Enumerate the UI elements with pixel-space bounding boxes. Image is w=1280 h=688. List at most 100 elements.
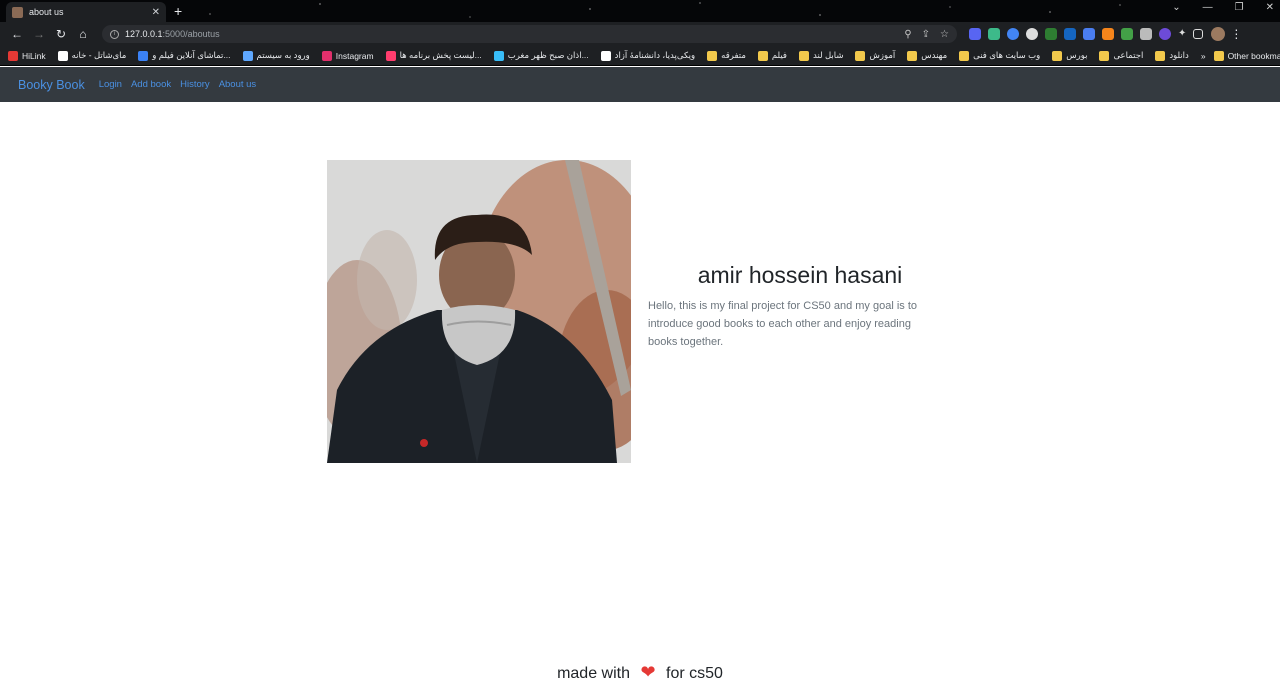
tab-favicon-icon — [12, 6, 23, 18]
extension-vpn-icon[interactable] — [1121, 28, 1133, 40]
bookmark-item[interactable]: اذان صبح ظهر مغرب... — [493, 50, 589, 61]
share-icon[interactable]: ⇪ — [922, 29, 930, 40]
nav-link-about-us[interactable]: About us — [219, 79, 257, 90]
nav-link-login[interactable]: Login — [99, 79, 122, 90]
bookmark-star-icon[interactable]: ☆ — [940, 29, 949, 40]
metamask-icon[interactable] — [1102, 28, 1114, 40]
bookmark-item[interactable]: آموزش — [855, 50, 895, 61]
site-info-icon[interactable]: i — [110, 29, 119, 39]
bookmark-item[interactable]: ویکی‌پدیا، دانشنامهٔ آزاد — [600, 50, 696, 61]
reload-icon[interactable]: ↻ — [50, 27, 72, 41]
azan-icon — [493, 50, 504, 61]
bookmark-label: اجتماعی — [1113, 50, 1144, 60]
close-window-icon[interactable]: ✕ — [1266, 2, 1274, 13]
extension-grey-icon[interactable] — [1026, 28, 1038, 40]
huawei-icon — [8, 50, 18, 61]
bookmark-item[interactable]: HiLink — [8, 50, 46, 61]
bookmark-item[interactable]: اجتماعی — [1099, 50, 1143, 61]
bookmark-label: دانلود — [1169, 50, 1189, 60]
bookmark-item[interactable]: متفرقه — [707, 50, 746, 61]
home-icon[interactable]: ⌂ — [72, 27, 94, 41]
bookmark-label: HiLink — [22, 50, 46, 61]
footer-text-before: made with — [557, 665, 630, 682]
browser-tab[interactable]: about us ✕ — [6, 2, 166, 22]
folder-icon — [1052, 50, 1063, 61]
new-tab-icon[interactable]: + — [174, 3, 182, 19]
minimize-icon[interactable]: — — [1203, 2, 1213, 13]
wikipedia-icon — [600, 50, 611, 61]
other-bookmarks[interactable]: Other bookmarks — [1213, 50, 1280, 61]
zoom-icon[interactable]: ⚲ — [904, 29, 911, 40]
bookmark-item[interactable]: مای‌شاتل - خانه — [57, 50, 126, 61]
folder-icon — [757, 50, 768, 61]
bookmarks-overflow-icon[interactable]: » — [1201, 51, 1206, 61]
shatel-icon — [57, 50, 68, 61]
bookmark-item[interactable]: شابل لند — [798, 50, 844, 61]
folder-icon — [1213, 50, 1224, 61]
forward-icon[interactable]: → — [28, 27, 50, 41]
extension-purple-icon[interactable] — [1159, 28, 1171, 40]
bookmark-label: مهندس — [921, 50, 948, 60]
side-panel-icon[interactable] — [1193, 29, 1204, 39]
bookmark-item[interactable]: بورس — [1052, 50, 1087, 61]
bookmark-label: ورود به سیستم — [256, 50, 310, 60]
other-bookmarks-label: Other bookmarks — [1227, 50, 1280, 61]
playlist-icon — [385, 50, 396, 61]
nav-link-add-book[interactable]: Add book — [131, 79, 171, 90]
profile-photo-illustration — [327, 160, 631, 463]
bookmark-item[interactable]: مهندس — [907, 50, 947, 61]
back-icon[interactable]: ← — [6, 27, 28, 41]
extension-blue-icon[interactable] — [1007, 28, 1019, 40]
bookmark-label: وب سایت های فنی — [973, 50, 1041, 60]
url-host: 127.0.0.1 — [125, 29, 163, 39]
folder-icon — [1099, 50, 1110, 61]
bookmarks-right: » Other bookmarks — [1201, 50, 1280, 61]
extension-shield-icon[interactable] — [1083, 28, 1095, 40]
about-section: amir hossein hasani Hello, this is my fi… — [648, 262, 938, 351]
extension-translate-icon[interactable] — [1064, 28, 1076, 40]
window-controls: ⌄ — ❐ ✕ — [1172, 2, 1274, 13]
bookmark-label: اذان صبح ظهر مغرب... — [507, 50, 589, 60]
tab-title: about us — [29, 7, 64, 17]
extension-box-icon[interactable] — [1140, 28, 1152, 40]
folder-icon — [798, 50, 809, 61]
url-path: :5000/aboutus — [162, 29, 220, 39]
bookmark-label: بورس — [1066, 50, 1088, 60]
bookmark-item[interactable]: ورود به سیستم — [242, 50, 310, 61]
bookmark-item[interactable]: فیلم — [757, 50, 787, 61]
tab-close-icon[interactable]: ✕ — [152, 7, 160, 18]
bookmark-item[interactable]: لیست پخش برنامه ها... — [385, 50, 482, 61]
extension-d-icon[interactable] — [969, 28, 981, 40]
extension-green-icon[interactable] — [988, 28, 1000, 40]
restore-icon[interactable]: ❐ — [1235, 2, 1244, 13]
extension-leaf-icon[interactable] — [1045, 28, 1057, 40]
bookmark-label: شابل لند — [812, 50, 844, 60]
brand-link[interactable]: Booky Book — [18, 78, 85, 92]
menu-kebab-icon[interactable]: ⋮ — [1225, 27, 1247, 41]
profile-photo — [327, 160, 631, 463]
bookmark-item[interactable]: تماشای آنلاین فیلم و... — [138, 50, 231, 61]
profile-avatar[interactable] — [1211, 27, 1226, 41]
bookmark-item[interactable]: دانلود — [1155, 50, 1189, 61]
folder-icon — [959, 50, 970, 61]
bookmark-label: فیلم — [771, 50, 787, 60]
bookmark-item[interactable]: وب سایت های فنی — [959, 50, 1040, 61]
folder-icon — [855, 50, 866, 61]
folder-icon — [707, 50, 718, 61]
folder-icon — [907, 50, 918, 61]
bookmark-label: ویکی‌پدیا، دانشنامهٔ آزاد — [614, 50, 696, 60]
bookmark-item[interactable]: Instagram — [321, 50, 374, 61]
browser-title-bar: about us ✕ + ⌄ — ❐ ✕ — [0, 0, 1280, 22]
collapse-icon[interactable]: ⌄ — [1172, 2, 1180, 13]
extensions-area: ✦ — [969, 28, 1204, 40]
address-bar[interactable]: i 127.0.0.1 :5000/aboutus ⚲ ⇪ ☆ — [102, 25, 957, 43]
browser-toolbar: ← → ↻ ⌂ i 127.0.0.1 :5000/aboutus ⚲ ⇪ ☆ … — [0, 22, 1280, 46]
footer-text-after: for cs50 — [666, 665, 723, 682]
netflix-icon — [138, 50, 149, 61]
bookmark-label: آموزش — [869, 50, 896, 60]
heart-icon: ❤ — [640, 662, 656, 682]
extensions-puzzle-icon[interactable]: ✦ — [1178, 28, 1186, 40]
bookmark-label: متفرقه — [721, 50, 746, 60]
nav-link-history[interactable]: History — [180, 79, 210, 90]
author-bio: Hello, this is my final project for CS50… — [648, 300, 918, 348]
